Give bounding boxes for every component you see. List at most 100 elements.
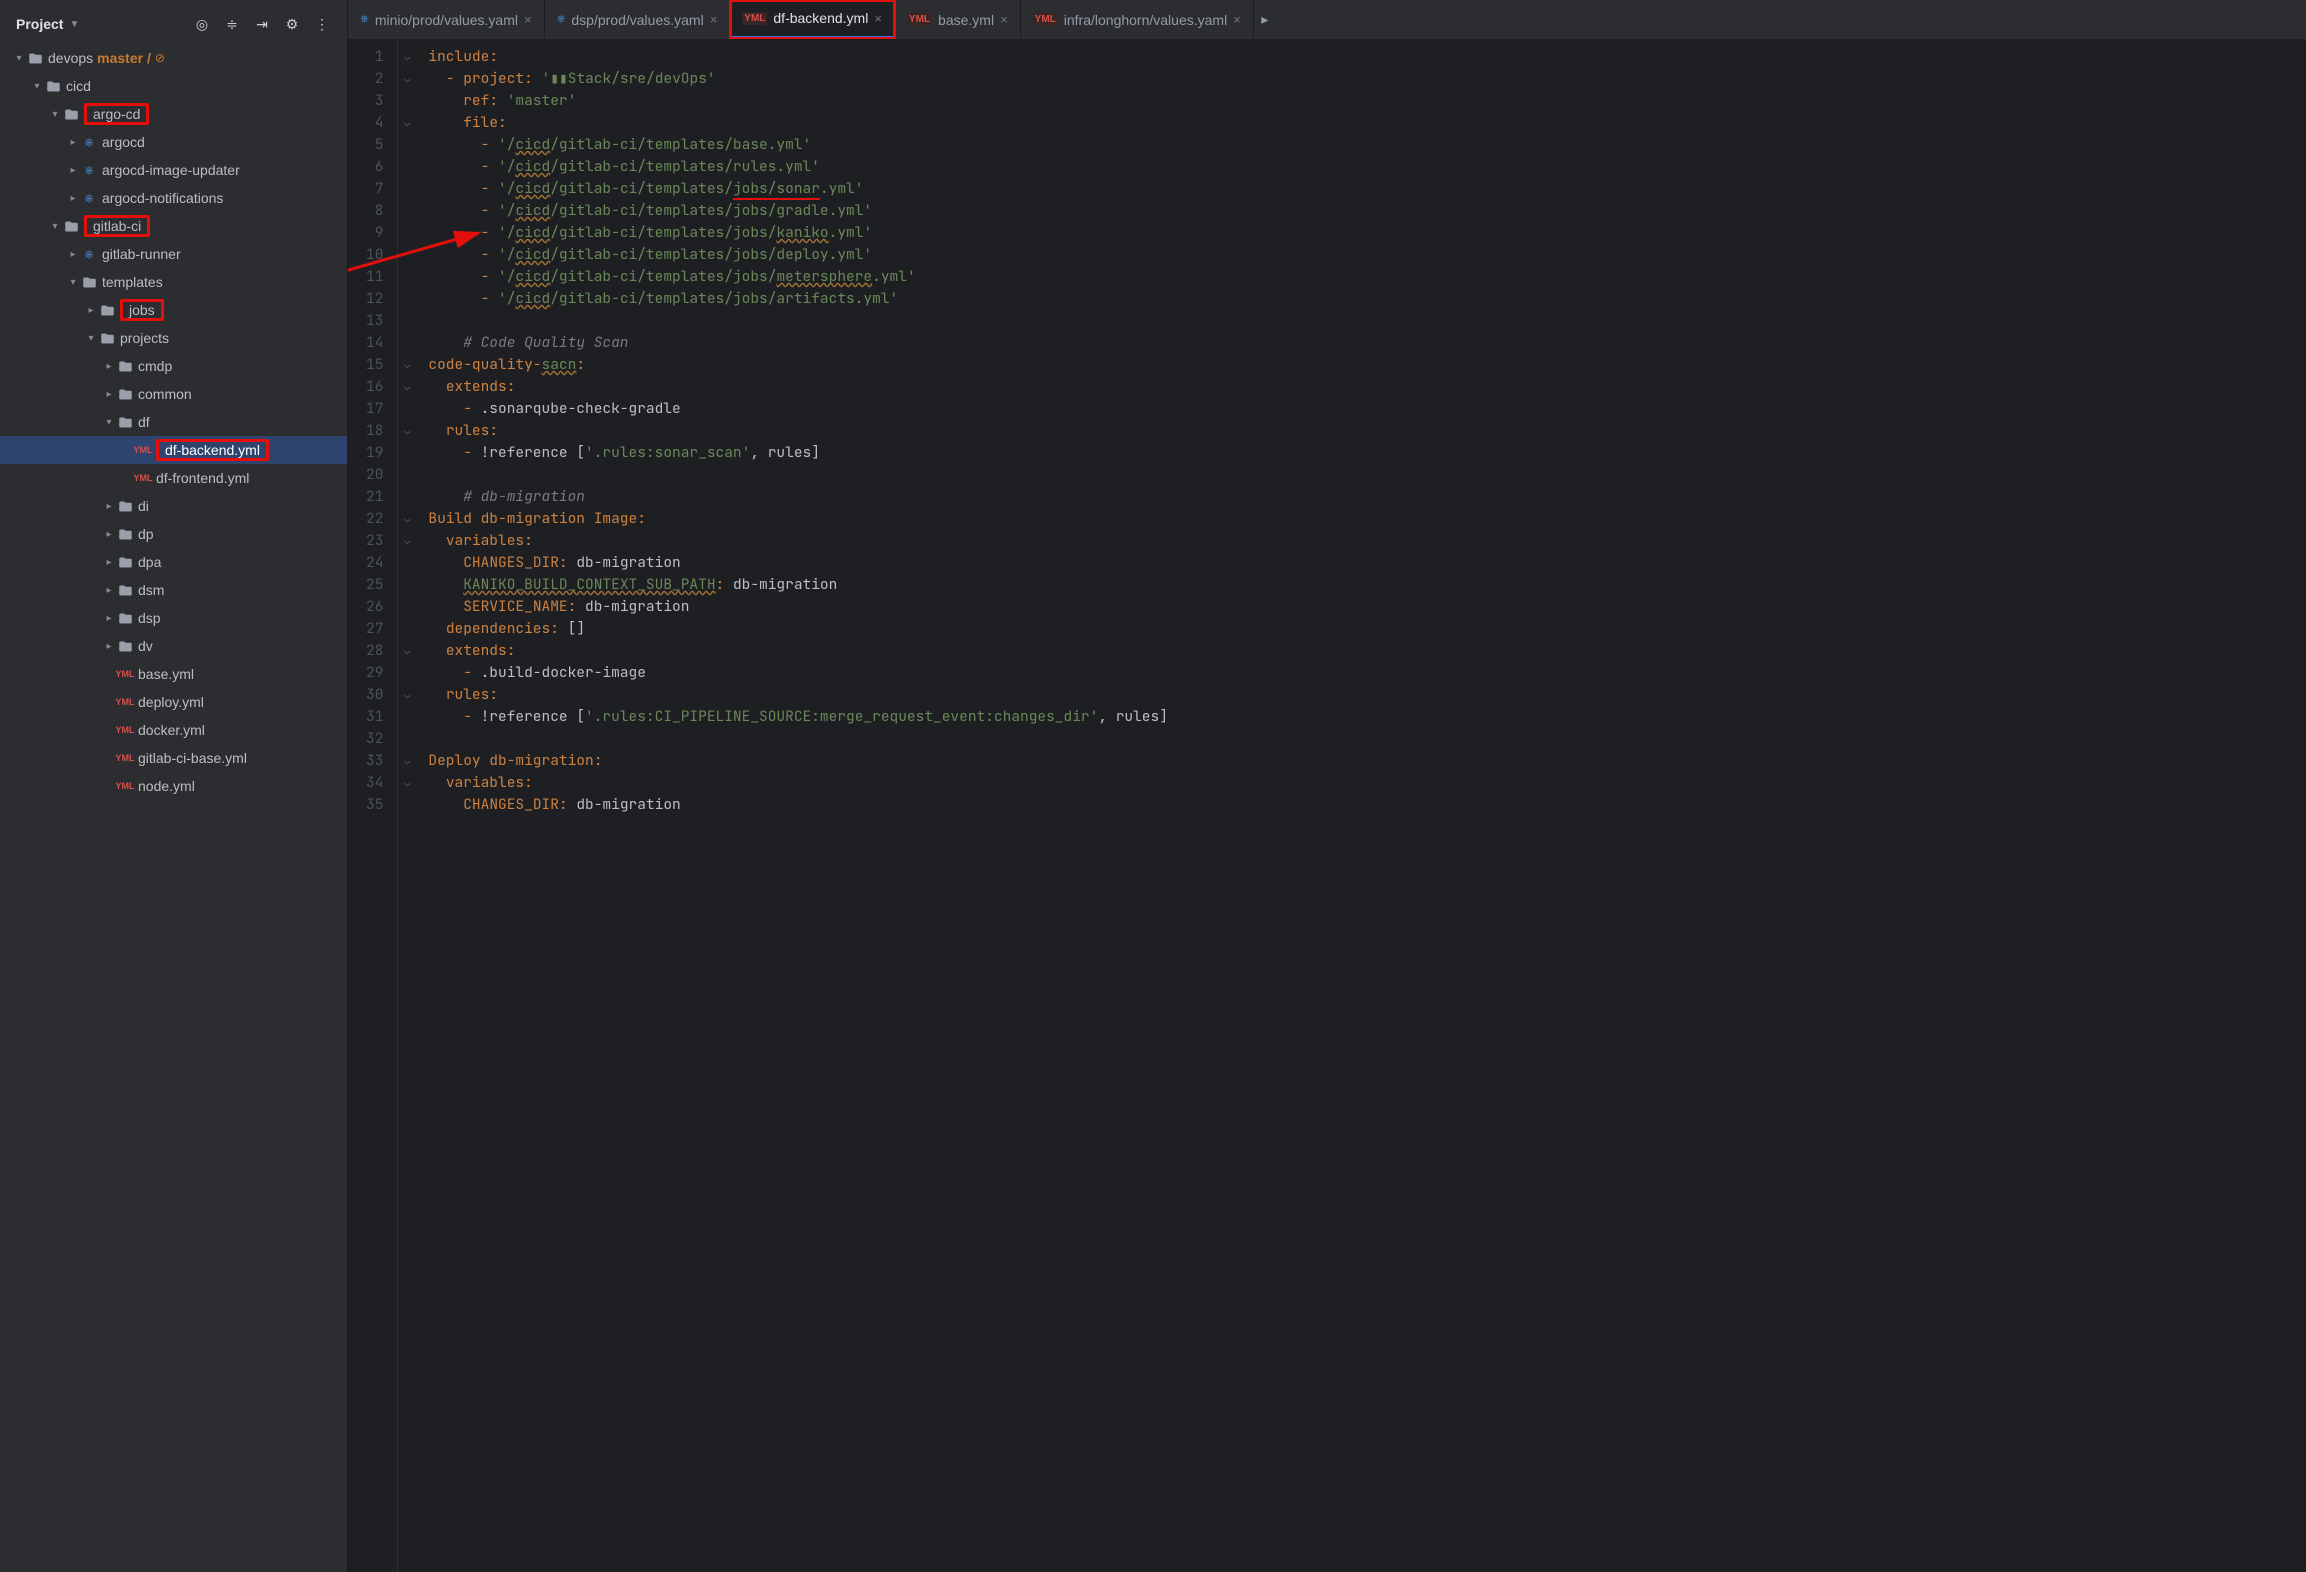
tab-base-yml[interactable]: YMLbase.yml× [895, 0, 1021, 39]
chevron-icon[interactable]: ▸ [66, 137, 80, 148]
chevron-icon[interactable]: ▸ [102, 361, 116, 372]
chevron-icon[interactable]: ▸ [66, 249, 80, 260]
chevron-icon[interactable]: ▾ [66, 277, 80, 288]
yaml-file-icon: YML [134, 445, 152, 455]
project-dropdown[interactable]: Project ▼ [8, 12, 87, 36]
tree-folder-dsm[interactable]: ▸dsm [0, 576, 347, 604]
chevron-icon[interactable]: ▾ [48, 221, 62, 232]
close-icon[interactable]: × [874, 11, 882, 26]
tree-yml-docker-yml[interactable]: YMLdocker.yml [0, 716, 347, 744]
app-root: Project ▼ ◎ ≑ ⇥ ⚙ ⋮ ▾devops master /⊘▾ci… [0, 0, 2306, 1572]
chevron-icon[interactable]: ▾ [102, 417, 116, 428]
tree-yml-deploy-yml[interactable]: YMLdeploy.yml [0, 688, 347, 716]
chevron-icon[interactable]: ▸ [102, 501, 116, 512]
yaml-file-icon: YML [134, 473, 152, 483]
chevron-icon[interactable]: ▸ [102, 613, 116, 624]
fold-gutter[interactable]: ⌄⌄⌄⌄⌄⌄⌄⌄⌄⌄⌄⌄ [398, 40, 416, 1572]
tree-kub-argocd[interactable]: ▸⎈argocd [0, 128, 347, 156]
chevron-icon[interactable]: ▾ [30, 81, 44, 92]
chevron-icon[interactable]: ▸ [84, 305, 98, 316]
tree-folder-dsp[interactable]: ▸ dsp [0, 604, 347, 632]
tree-folder-common[interactable]: ▸ common [0, 380, 347, 408]
chevron-icon[interactable]: ▾ [48, 109, 62, 120]
tab-dsp-prod-values-yaml[interactable]: ⎈dsp/prod/values.yaml× [545, 0, 731, 39]
tree-yml-gitlab-ci-base-yml[interactable]: YMLgitlab-ci-base.yml [0, 744, 347, 772]
tree-item-label: gitlab-runner [102, 246, 181, 262]
tree-kub-gitlab-runner[interactable]: ▸⎈gitlab-runner [0, 240, 347, 268]
tree-item-label: df-frontend.yml [156, 470, 249, 486]
chevron-icon[interactable]: ▸ [102, 529, 116, 540]
tree-folder-dpa[interactable]: ▸ dpa [0, 548, 347, 576]
tree-item-label: common [138, 386, 192, 402]
kubernetes-icon: ⎈ [360, 13, 369, 26]
tab-label: df-backend.yml [773, 10, 868, 26]
close-icon[interactable]: × [710, 12, 718, 27]
tree-item-label: df-backend.yml [165, 442, 260, 458]
project-label: Project [16, 16, 63, 32]
tree-item-label: dsp [138, 610, 161, 626]
tree-root[interactable]: ▾devops master /⊘ [0, 44, 347, 72]
folder-icon [116, 415, 134, 430]
tree-yml-node-yml[interactable]: YMLnode.yml [0, 772, 347, 800]
folder-icon [116, 583, 134, 598]
folder-icon [116, 611, 134, 626]
gear-icon[interactable]: ⚙ [283, 15, 301, 33]
tree-folder-df[interactable]: ▾df [0, 408, 347, 436]
tree-item-label: argocd-notifications [102, 190, 223, 206]
tree-folder-gitlab-ci[interactable]: ▾gitlab-ci [0, 212, 347, 240]
close-icon[interactable]: × [524, 12, 532, 27]
close-icon[interactable]: × [1233, 12, 1241, 27]
chevron-icon[interactable]: ▸ [102, 389, 116, 400]
chevron-icon[interactable]: ▸ [66, 165, 80, 176]
target-icon[interactable]: ◎ [193, 15, 211, 33]
chevron-icon[interactable]: ▸ [102, 641, 116, 652]
folder-icon [26, 51, 44, 66]
tree-yml-df-frontend-yml[interactable]: YML df-frontend.yml [0, 464, 347, 492]
tree-yml-base-yml[interactable]: YML base.yml [0, 660, 347, 688]
tab-infra-longhorn-values-yaml[interactable]: YMLinfra/longhorn/values.yaml× [1021, 0, 1254, 39]
tree-kub-argocd-notifications[interactable]: ▸⎈argocd-notifications [0, 184, 347, 212]
line-gutter: 1234567891011121314151617181920212223242… [348, 40, 398, 1572]
collapse-icon[interactable]: ⇥ [253, 15, 271, 33]
tree-folder-templates[interactable]: ▾templates [0, 268, 347, 296]
tree-item-label: dv [138, 638, 153, 654]
tab-df-backend-yml[interactable]: YMLdf-backend.yml× [730, 0, 895, 39]
tree-item-label: argocd-image-updater [102, 162, 240, 178]
tree-folder-jobs[interactable]: ▸jobs [0, 296, 347, 324]
yaml-file-icon: YML [116, 669, 134, 679]
tree-item-label: dpa [138, 554, 161, 570]
project-sidebar[interactable]: Project ▼ ◎ ≑ ⇥ ⚙ ⋮ ▾devops master /⊘▾ci… [0, 0, 348, 1572]
tree-folder-cmdp[interactable]: ▸cmdp [0, 352, 347, 380]
chevron-icon[interactable]: ▾ [12, 53, 26, 64]
chevron-icon[interactable]: ▸ [66, 193, 80, 204]
tab-minio-prod-values-yaml[interactable]: ⎈minio/prod/values.yaml× [348, 0, 545, 39]
chevron-icon[interactable]: ▸ [102, 557, 116, 568]
tree-yml-df-backend-yml[interactable]: YML df-backend.yml [0, 436, 347, 464]
tree-kub-argocd-image-updater[interactable]: ▸⎈argocd-image-updater [0, 156, 347, 184]
file-tree[interactable]: ▾devops master /⊘▾cicd▾argo-cd▸⎈argocd▸⎈… [0, 44, 347, 800]
tree-folder-cicd[interactable]: ▾cicd [0, 72, 347, 100]
folder-icon [116, 555, 134, 570]
branch-label: master / [97, 50, 151, 66]
tabs-overflow-icon[interactable]: ▸ [1254, 0, 1276, 39]
tree-folder-argo-cd[interactable]: ▾argo-cd [0, 100, 347, 128]
tree-folder-dp[interactable]: ▸dp [0, 520, 347, 548]
tree-folder-dv[interactable]: ▸ dv [0, 632, 347, 660]
yaml-file-icon: YML [116, 697, 134, 707]
more-icon[interactable]: ⋮ [313, 15, 331, 33]
expand-icon[interactable]: ≑ [223, 15, 241, 33]
tree-item-label: gitlab-ci-base.yml [138, 750, 247, 766]
folder-icon [62, 107, 80, 122]
tree-folder-di[interactable]: ▸di [0, 492, 347, 520]
tree-item-label: base.yml [138, 666, 194, 682]
close-icon[interactable]: × [1000, 12, 1008, 27]
code-content[interactable]: include: - project: '▮▮Stack/sre/devOps'… [416, 40, 1180, 1572]
yaml-file-icon: YML [116, 781, 134, 791]
chevron-icon[interactable]: ▾ [84, 333, 98, 344]
chevron-icon[interactable]: ▸ [102, 585, 116, 596]
tree-folder-projects[interactable]: ▾projects [0, 324, 347, 352]
folder-icon [62, 219, 80, 234]
editor-tabs[interactable]: ⎈minio/prod/values.yaml×⎈ dsp/prod/values… [348, 0, 2306, 40]
code-editor[interactable]: 1234567891011121314151617181920212223242… [348, 40, 2306, 1572]
tab-label: dsp/prod/values.yaml [571, 12, 703, 28]
